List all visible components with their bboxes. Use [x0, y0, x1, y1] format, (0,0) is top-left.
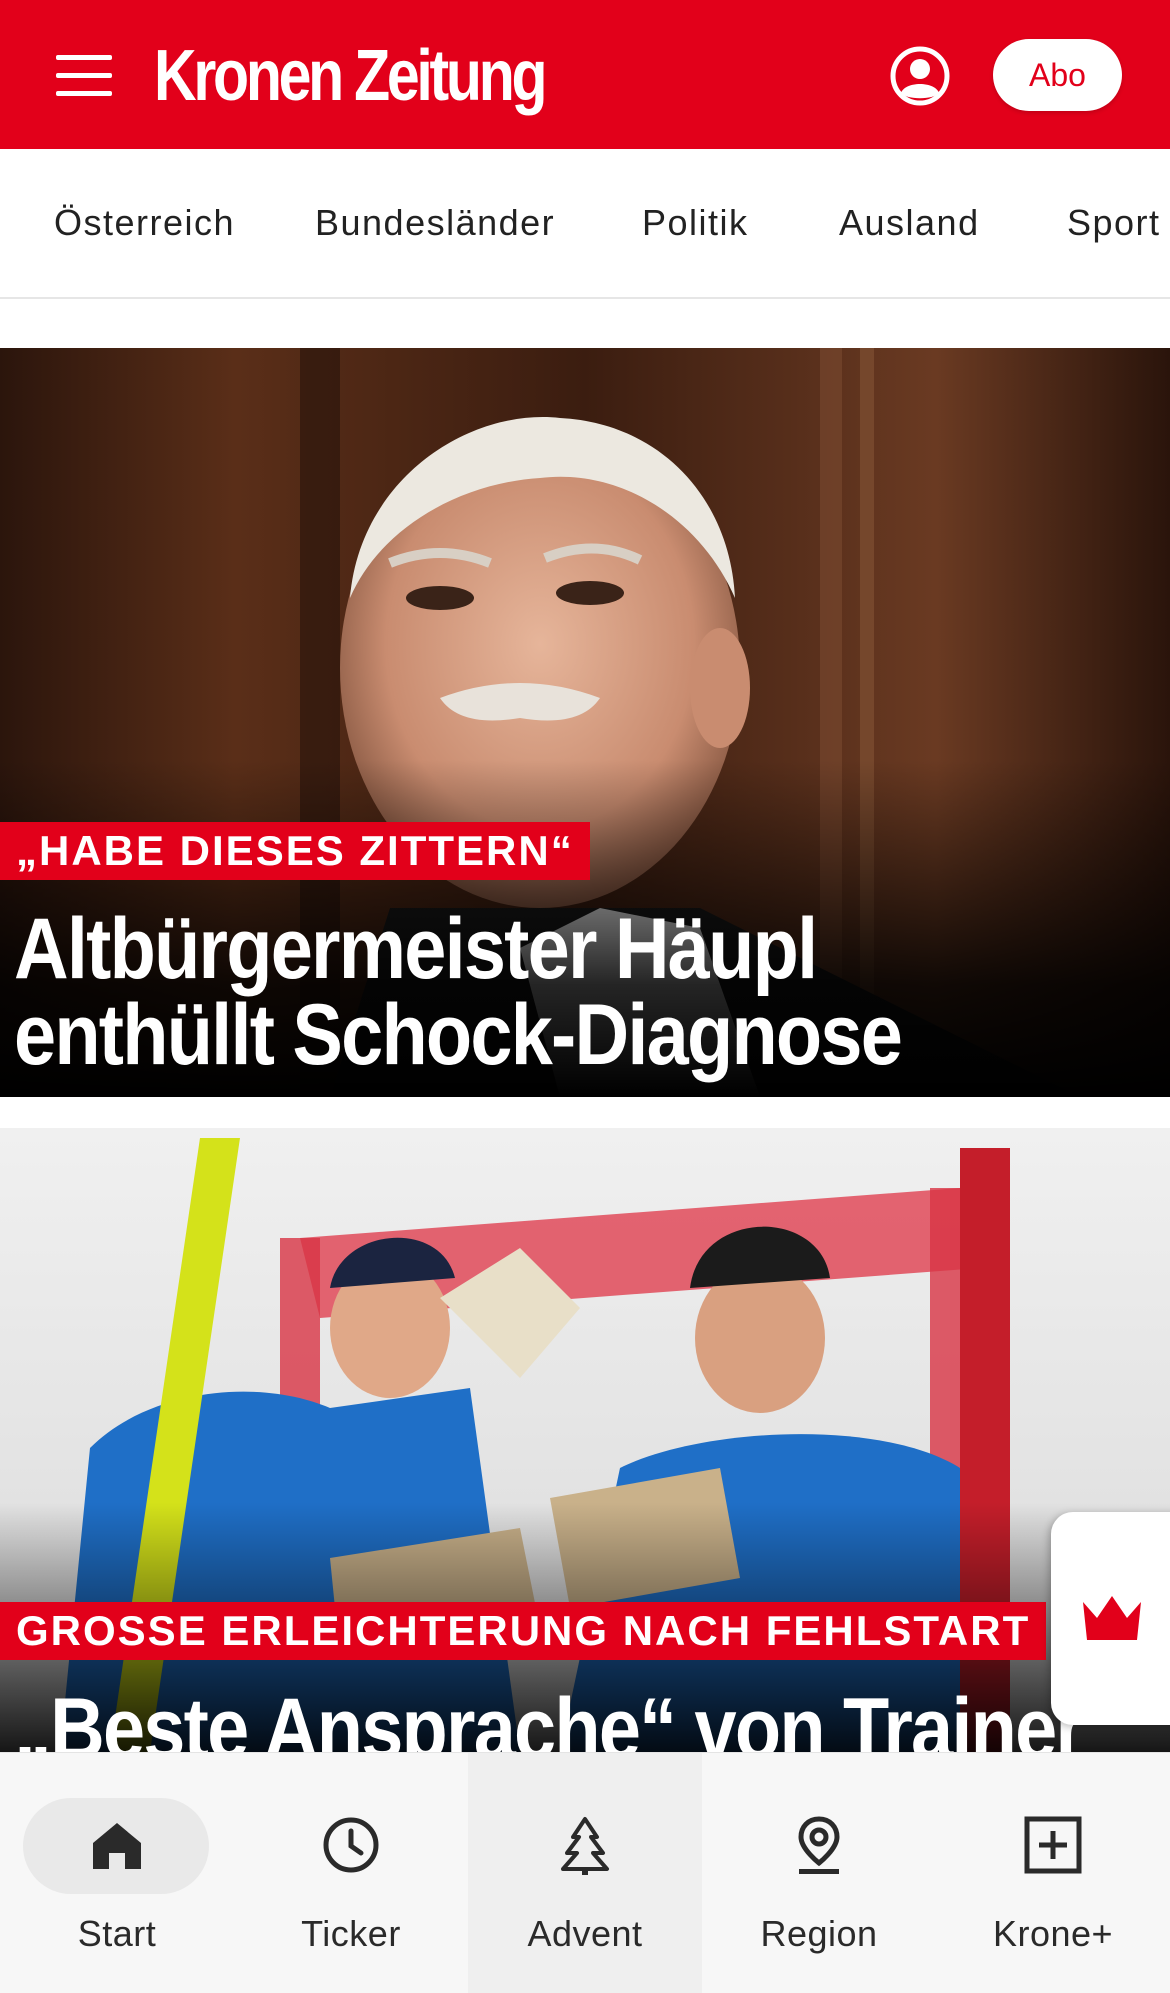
article-kicker: „HABE DIESES ZITTERN“ [0, 822, 590, 880]
bottom-nav-advent[interactable]: Advent [468, 1753, 702, 1993]
location-pin-icon [798, 1816, 840, 1874]
article-headline-line2: enthüllt Schock-Diagnose [14, 987, 903, 1083]
nav-item-politik[interactable]: Politik [642, 201, 749, 245]
krone-floating-button[interactable] [1051, 1512, 1170, 1725]
nav-item-sport[interactable]: Sport [1067, 201, 1161, 245]
category-nav: Österreich Bundesländer Politik Ausland … [0, 149, 1170, 299]
user-account-icon[interactable] [889, 45, 951, 107]
nav-item-oesterreich[interactable]: Österreich [54, 201, 235, 245]
article-headline-line1: „Beste Ansprache“ von Trainer [14, 1681, 1085, 1752]
nav-item-ausland[interactable]: Ausland [839, 201, 980, 245]
site-logo[interactable]: Kronen Zeitung [154, 36, 548, 116]
krone-crown-icon [1083, 1596, 1141, 1640]
bottom-nav-label: Start [77, 1913, 157, 1954]
article-card-ski[interactable]: GROSSE ERLEICHTERUNG NACH FEHLSTART „Bes… [0, 1128, 1170, 1752]
bottom-nav-start[interactable]: Start [0, 1753, 234, 1993]
bottom-nav-label: Krone+ [992, 1913, 1114, 1954]
bottom-nav-label: Advent [527, 1913, 643, 1954]
article-card-haeupl[interactable]: „HABE DIESES ZITTERN“ Altbürgermeister H… [0, 348, 1170, 1097]
article-kicker: GROSSE ERLEICHTERUNG NACH FEHLSTART [0, 1602, 1047, 1660]
bottom-nav-region[interactable]: Region [702, 1753, 936, 1993]
abo-button[interactable]: Abo [993, 39, 1122, 111]
christmas-tree-icon [561, 1817, 609, 1875]
bottom-navigation: Start Ticker Advent Region Krone+ [0, 1752, 1170, 1993]
hamburger-menu-icon[interactable] [56, 55, 112, 96]
plus-box-icon [1024, 1816, 1082, 1874]
bottom-nav-kroneplus[interactable]: Krone+ [936, 1753, 1170, 1993]
home-icon [93, 1823, 141, 1869]
bottom-nav-ticker[interactable]: Ticker [234, 1753, 468, 1993]
nav-item-bundeslaender[interactable]: Bundesländer [315, 201, 555, 245]
bottom-nav-label: Region [760, 1913, 878, 1954]
article-headline-line1: Altbürgermeister Häupl [14, 901, 818, 997]
bottom-nav-label: Ticker [301, 1913, 401, 1954]
clock-icon [323, 1817, 379, 1873]
app-header: Kronen Zeitung Abo [0, 0, 1170, 149]
